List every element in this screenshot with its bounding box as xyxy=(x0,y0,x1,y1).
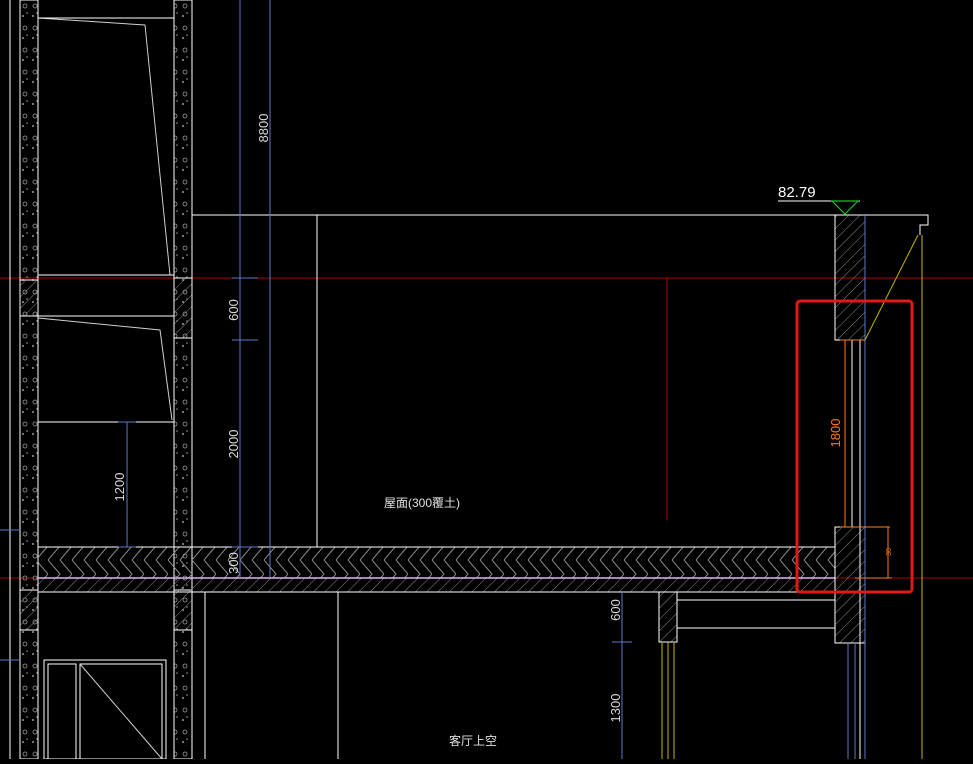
elevation-marker: 82.79 xyxy=(778,184,860,215)
right-parapet-wall xyxy=(834,214,866,759)
dimension-lines xyxy=(0,0,632,759)
roof-slab xyxy=(37,546,836,593)
living-void-label: 客厅上空 xyxy=(449,733,497,748)
dimension-small: 30 xyxy=(886,548,893,556)
dimension-1300: 1300 xyxy=(608,694,623,723)
triangle-down-icon xyxy=(830,200,860,215)
cad-drawing-canvas[interactable]: 82.79 8800 600 2000 300 1200 1800 600 13… xyxy=(0,0,973,760)
dimension-300: 300 xyxy=(226,552,241,574)
elevation-text: 82.79 xyxy=(778,184,816,201)
left-wall xyxy=(9,0,39,760)
eave-profile xyxy=(864,214,929,759)
left-window-panels xyxy=(37,17,174,423)
dimension-8800: 8800 xyxy=(256,114,271,143)
center-left-wall xyxy=(173,0,193,760)
lower-interior xyxy=(191,591,835,759)
dimension-1200: 1200 xyxy=(112,473,127,502)
section-drawing: 82.79 8800 600 2000 300 1200 1800 600 13… xyxy=(0,0,973,760)
roof-label: 屋面(300覆土) xyxy=(384,496,460,510)
door-bottom-left xyxy=(43,659,167,760)
dimension-600-lower: 600 xyxy=(608,599,623,621)
dimension-1800: 1800 xyxy=(828,419,843,448)
roof-outline xyxy=(191,214,835,547)
dimension-600-upper: 600 xyxy=(226,299,241,321)
dimension-2000: 2000 xyxy=(226,430,241,459)
